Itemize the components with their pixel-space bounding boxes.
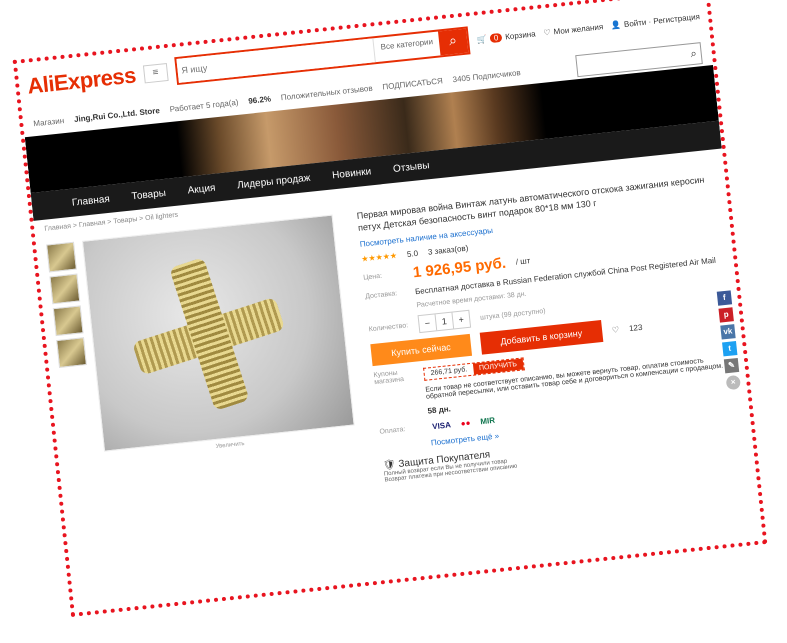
wishlist-heart-icon[interactable]: ♡ — [611, 325, 619, 335]
quantity-available: штука (99 доступно) — [479, 307, 546, 322]
cart-icon: 🛒 — [476, 33, 488, 44]
product-info: Первая мировая война Винтаж латунь автом… — [340, 168, 743, 485]
store-rating-label: Положительных отзывов — [280, 83, 373, 102]
aliexpress-page: AliExpress ≡ Все категории ⌕ 🛒 0 Корзина… — [12, 0, 768, 618]
price-label: Цена: — [362, 272, 383, 282]
thumbnail[interactable] — [46, 241, 77, 273]
close-icon[interactable]: × — [725, 374, 741, 391]
wishlist-button[interactable]: ♡ Мои желания — [543, 22, 604, 37]
twitter-icon[interactable]: t — [722, 341, 738, 357]
nav-home[interactable]: Главная — [71, 193, 110, 208]
rating-stars: ★★★★★ — [360, 251, 398, 264]
product-price: 1 926,95 руб. — [412, 254, 507, 282]
edit-icon[interactable]: ✎ — [723, 357, 740, 374]
account-label: Войти · Регистрация — [623, 11, 701, 29]
nav-sale[interactable]: Акция — [187, 182, 216, 196]
coupon: 266,71 руб. ПОЛУЧИТЬ — [423, 356, 525, 381]
store-name[interactable]: Jing,Rui Co.,Ltd. Store — [74, 106, 161, 124]
thumbnail[interactable] — [49, 273, 81, 305]
search-category[interactable]: Все категории — [372, 31, 441, 63]
cart-label: Корзина — [504, 28, 537, 41]
product-main-image[interactable] — [81, 214, 355, 452]
nav-products[interactable]: Товары — [131, 187, 166, 202]
quantity-value[interactable]: 1 — [435, 312, 455, 331]
followers-count: 3405 Подписчиков — [452, 67, 522, 84]
vk-icon[interactable]: vk — [720, 324, 736, 340]
thumbnail[interactable] — [56, 337, 87, 368]
delivery-label: Доставка: — [364, 290, 398, 301]
minus-icon[interactable]: − — [418, 314, 438, 332]
cart-button[interactable]: 🛒 0 Корзина — [476, 29, 536, 44]
user-icon: 👤 — [610, 19, 622, 30]
quantity-label: Количество: — [368, 321, 409, 333]
aliexpress-logo[interactable]: AliExpress — [26, 62, 137, 99]
visa-icon: VISA — [431, 420, 452, 432]
store-prefix: Магазин — [32, 115, 65, 128]
orders-count: 3 заказ(ов) — [427, 243, 469, 257]
facebook-icon[interactable]: f — [716, 290, 733, 306]
plus-icon[interactable]: + — [452, 311, 470, 329]
rating-value: 5.0 — [406, 248, 419, 259]
coupon-label: Купоны магазина — [373, 369, 405, 387]
thumbnail[interactable] — [52, 305, 84, 337]
store-years: Работает 5 года(а) — [169, 97, 239, 114]
price-unit: / шт — [515, 256, 531, 267]
heart-icon: ♡ — [543, 27, 552, 37]
buy-now-button[interactable]: Купить сейчас — [370, 333, 472, 367]
mir-icon: MIR — [479, 415, 496, 427]
quantity-stepper[interactable]: − 1 + — [417, 309, 472, 334]
wishlist-count: 123 — [628, 322, 643, 333]
nav-bestsellers[interactable]: Лидеры продаж — [237, 172, 311, 191]
menu-icon[interactable]: ≡ — [142, 63, 169, 84]
payment-label: Оплата: — [379, 426, 406, 436]
wishlist-label: Мои желания — [553, 21, 604, 36]
store-rating: 96.2% — [247, 93, 272, 106]
mastercard-icon: ●● — [460, 418, 471, 429]
pinterest-icon[interactable]: p — [718, 307, 734, 323]
cart-count: 0 — [489, 32, 503, 43]
payment-more-link[interactable]: Посмотреть ещё » — [430, 431, 499, 447]
protection-days: 58 дн. — [427, 404, 452, 416]
search-icon[interactable]: ⌕ — [437, 28, 469, 56]
subscribe-button[interactable]: ПОДПИСАТЬСЯ — [382, 76, 443, 91]
coupon-value: 266,71 руб. — [430, 365, 468, 377]
search-input[interactable] — [176, 38, 376, 83]
payment-methods: VISA ●● MIR — [429, 414, 499, 432]
account-button[interactable]: 👤 Войти · Регистрация — [611, 12, 701, 30]
nav-reviews[interactable]: Отзывы — [392, 160, 430, 175]
get-coupon-button[interactable]: ПОЛУЧИТЬ — [472, 357, 524, 375]
nav-new[interactable]: Новинки — [332, 166, 372, 181]
